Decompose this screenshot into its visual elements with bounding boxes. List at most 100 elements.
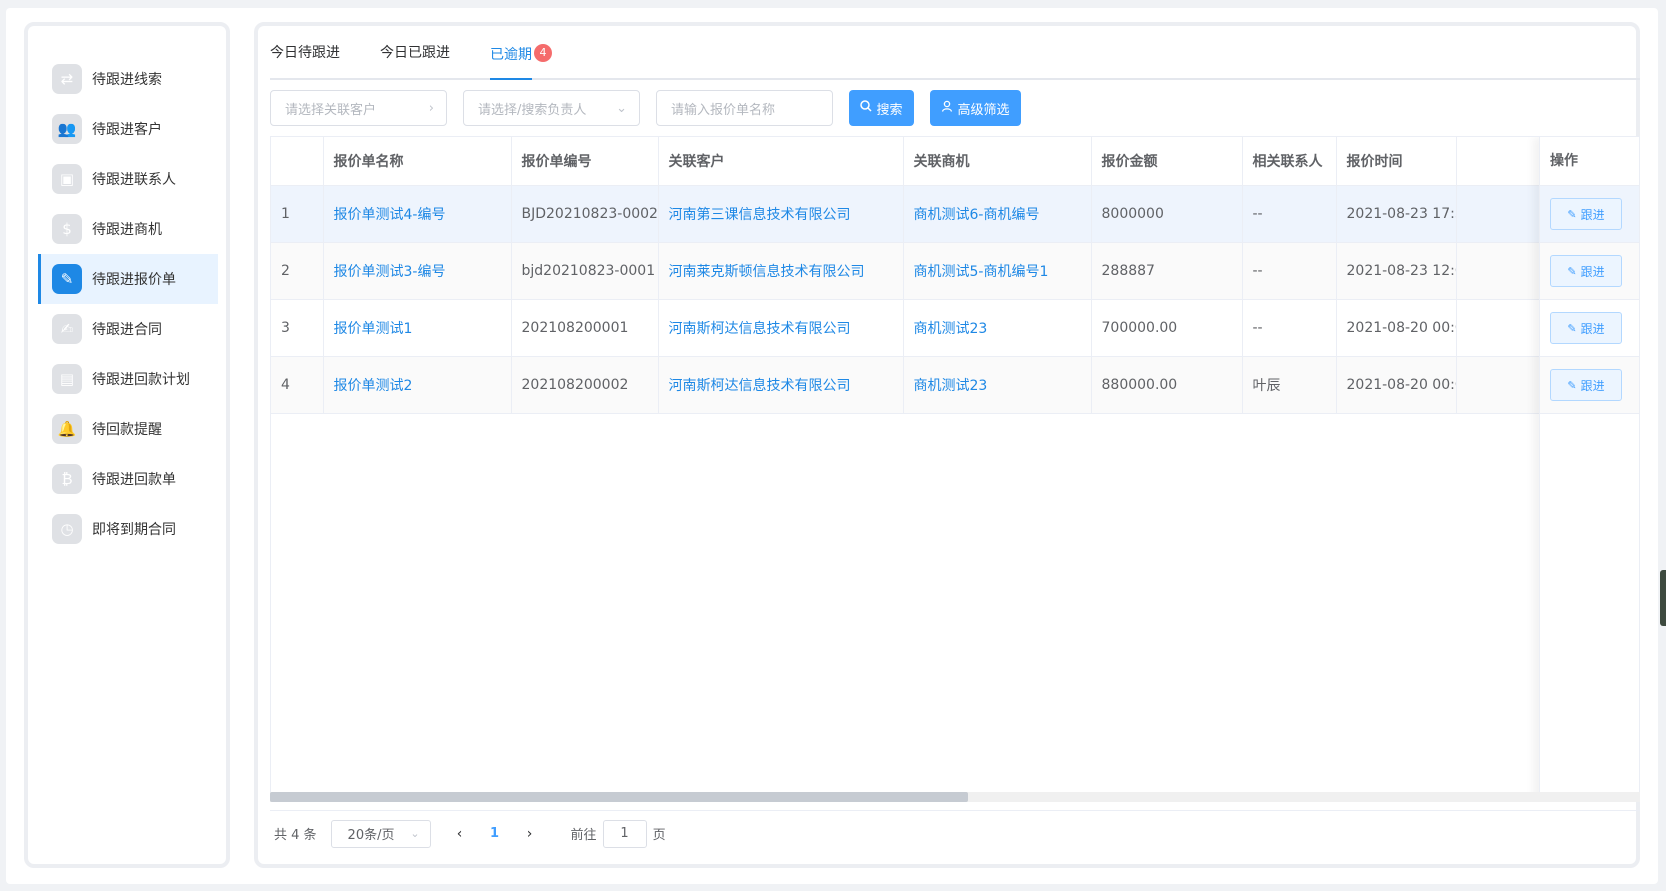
quote-table: 报价单名称 报价单编号 关联客户 关联商机 报价金额 相关联系人 报价时间 1报… — [270, 136, 1640, 800]
sidebar-item[interactable]: ✎ 待跟进报价单 — [38, 254, 218, 304]
page-size-value: 20条/页 — [347, 828, 395, 843]
cell-index: 3 — [271, 299, 324, 357]
sidebar-item[interactable]: ▣ 待跟进联系人 — [38, 154, 218, 204]
table-row[interactable]: 1 报价单测试4-编号 BJD20210823-0002 河南第三课信息技术有限公司商… — [271, 185, 1639, 243]
chevron-down-icon: ⌄ — [410, 827, 420, 840]
advanced-filter-button[interactable]: 高级筛选 — [930, 90, 1021, 126]
scrollbar-thumb[interactable] — [270, 792, 968, 802]
cell-amount: 880000.00 — [1091, 356, 1243, 414]
tab-label: 今日已跟进 — [380, 45, 450, 61]
cell-customer[interactable]: 河南斯柯达信息技术有限公司 — [658, 299, 904, 357]
table-row[interactable]: 3 报价单测试1 202108200001 河南斯柯达信息技术有限公司 商机测试23 70… — [271, 299, 1639, 357]
cell-opportunity[interactable]: 商机测试23 — [903, 299, 1092, 357]
quote-name-input[interactable]: 请输入报价单名称 — [656, 90, 833, 126]
cell-quote-name[interactable]: 报价单测试3-编号 — [323, 242, 512, 300]
cell-quote-name[interactable]: 报价单测试2 — [323, 356, 512, 414]
follow-up-button[interactable]: ✎ 跟进 — [1550, 312, 1622, 344]
cell-quote-name[interactable]: 报价单测试4-编号 — [323, 185, 512, 243]
sidebar-item-label: 待跟进合同 — [92, 322, 162, 338]
sidebar-item-label: 待跟进回款计划 — [92, 372, 190, 388]
cell-quote-code: 202108200001 — [511, 299, 659, 357]
sidebar-item-label: 待跟进报价单 — [92, 272, 176, 288]
cell-actions: ✎ 跟进 — [1540, 243, 1639, 300]
pagination: 共 4 条 20条/页 ⌄ ‹ 1 › 前往 页 — [270, 810, 1640, 856]
page-number-current[interactable]: 1 — [475, 826, 515, 841]
sidebar-item-label: 待跟进客户 — [92, 122, 162, 138]
follow-up-button[interactable]: ✎ 跟进 — [1550, 255, 1622, 287]
col-header-customer[interactable]: 关联客户 — [658, 137, 904, 186]
cell-time: 2021-08-20 00:04 — [1336, 356, 1457, 414]
side-drawer-handle[interactable] — [1660, 570, 1666, 626]
follow-up-button[interactable]: ✎ 跟进 — [1550, 198, 1622, 230]
cell-customer[interactable]: 河南第三课信息技术有限公司 — [658, 185, 904, 243]
filter-bar: 请选择关联客户 › 请选择/搜索负责人 ⌄ 请输入报价单名称 搜索 高级筛选 — [270, 90, 1037, 126]
quote-doc-icon: ✎ — [52, 264, 82, 294]
cell-contact: -- — [1242, 185, 1337, 243]
cell-actions: ✎ 跟进 — [1540, 186, 1639, 243]
cell-time: 2021-08-23 12:00 — [1336, 242, 1457, 300]
cell-actions: ✎ 跟进 — [1540, 357, 1639, 414]
next-page-button[interactable]: › — [515, 826, 545, 842]
goto-page: 前往 页 — [570, 819, 666, 848]
customer-select-placeholder: 请选择关联客户 — [285, 102, 377, 118]
edit-icon: ✎ — [1567, 321, 1577, 335]
cell-time: 2021-08-23 17:36 — [1336, 185, 1457, 243]
total-count: 共 4 条 — [274, 828, 317, 843]
money-bag-icon: ₿ — [52, 464, 82, 494]
sidebar-item[interactable]: $ 待跟进商机 — [38, 204, 218, 254]
tab-today-done[interactable]: 今日已跟进 — [380, 24, 450, 78]
chevron-down-icon: ⌄ — [616, 100, 627, 116]
cell-index: 1 — [271, 185, 324, 243]
cell-amount: 8000000 — [1091, 185, 1243, 243]
search-button[interactable]: 搜索 — [849, 90, 914, 126]
sidebar-item[interactable]: ✍ 待跟进合同 — [38, 304, 218, 354]
cell-contact: -- — [1242, 299, 1337, 357]
table-row[interactable]: 4 报价单测试2 202108200002 河南斯柯达信息技术有限公司 商机测试23 88… — [271, 356, 1639, 414]
cell-contact: 叶辰 — [1242, 356, 1337, 414]
page-size-select[interactable]: 20条/页 ⌄ — [330, 819, 431, 848]
sidebar-item[interactable]: ⇄ 待跟进线索 — [38, 54, 218, 104]
cell-quote-code: BJD20210823-0002 — [511, 185, 659, 243]
customer-select[interactable]: 请选择关联客户 › — [270, 90, 447, 126]
cell-index: 4 — [271, 356, 324, 414]
sidebar-item-label: 待跟进联系人 — [92, 172, 176, 188]
tab-overdue[interactable]: 已逾期 4 — [490, 26, 552, 80]
cell-customer[interactable]: 河南斯柯达信息技术有限公司 — [658, 356, 904, 414]
table-row[interactable]: 2 报价单测试3-编号 bjd20210823-0001 河南莱克斯顿信息技术有限公司… — [271, 242, 1639, 300]
goto-prefix: 前往 — [570, 828, 597, 843]
sidebar-item-label: 待跟进回款单 — [92, 472, 176, 488]
sidebar-item[interactable]: 👥 待跟进客户 — [38, 104, 218, 154]
cell-quote-name[interactable]: 报价单测试1 — [323, 299, 512, 357]
cell-actions: ✎ 跟进 — [1540, 300, 1639, 357]
main-panel: 今日待跟进 今日已跟进 已逾期 4 请选择关联客户 › 请选择/搜索负责人 ⌄ 请… — [254, 22, 1640, 868]
col-header-actions: 操作 — [1540, 137, 1639, 186]
col-header-amount[interactable]: 报价金额 — [1091, 137, 1243, 186]
goto-page-input[interactable] — [602, 819, 647, 848]
col-header-contact[interactable]: 相关联系人 — [1242, 137, 1337, 186]
col-header-opportunity[interactable]: 关联商机 — [903, 137, 1092, 186]
sidebar-item[interactable]: ₿ 待跟进回款单 — [38, 454, 218, 504]
follow-up-label: 跟进 — [1580, 378, 1605, 393]
follow-up-button[interactable]: ✎ 跟进 — [1550, 369, 1622, 401]
sidebar-item[interactable]: ▤ 待跟进回款计划 — [38, 354, 218, 404]
col-header-index — [271, 137, 324, 186]
cell-opportunity[interactable]: 商机测试6-商机编号 — [903, 185, 1092, 243]
col-header-name[interactable]: 报价单名称 — [323, 137, 512, 186]
cell-opportunity[interactable]: 商机测试5-商机编号1 — [903, 242, 1092, 300]
col-header-time[interactable]: 报价时间 — [1336, 137, 1457, 186]
horizontal-scrollbar[interactable] — [270, 792, 1640, 802]
col-header-code[interactable]: 报价单编号 — [511, 137, 659, 186]
sidebar-item[interactable]: ◷ 即将到期合同 — [38, 504, 218, 554]
sidebar-item-label: 待跟进商机 — [92, 222, 162, 238]
sidebar-item[interactable]: 🔔 待回款提醒 — [38, 404, 218, 454]
tab-today-pending[interactable]: 今日待跟进 — [270, 24, 340, 78]
prev-page-button[interactable]: ‹ — [445, 826, 475, 842]
cell-customer[interactable]: 河南莱克斯顿信息技术有限公司 — [658, 242, 904, 300]
sidebar-list: ⇄ 待跟进线索 👥 待跟进客户 ▣ 待跟进联系人 $ 待跟进商机 ✎ 待跟进报价单 ✍ 待跟进合同 ▤ 待… — [38, 54, 218, 554]
cell-opportunity[interactable]: 商机测试23 — [903, 356, 1092, 414]
follow-up-label: 跟进 — [1580, 264, 1605, 279]
chevron-right-icon: › — [428, 100, 434, 116]
edit-icon: ✎ — [1567, 207, 1577, 221]
sidebar: ⇄ 待跟进线索 👥 待跟进客户 ▣ 待跟进联系人 $ 待跟进商机 ✎ 待跟进报价单 ✍ 待跟进合同 ▤ 待… — [24, 22, 230, 868]
owner-select[interactable]: 请选择/搜索负责人 ⌄ — [463, 90, 640, 126]
